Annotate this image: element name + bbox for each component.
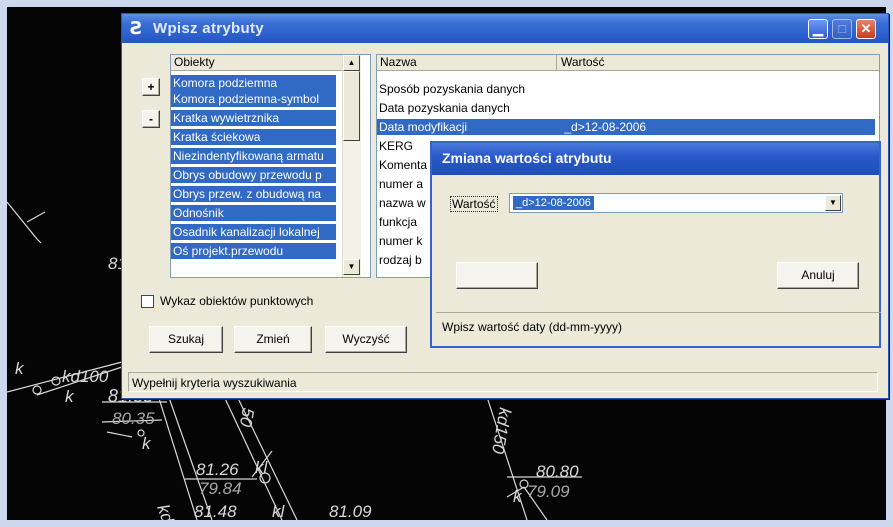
dialog-title[interactable]: Zmiana wartości atrybutu bbox=[432, 143, 879, 175]
attr-name: Data modyfikacji bbox=[379, 120, 468, 134]
table-row-selected[interactable]: Data modyfikacji _d>12-08-2006 bbox=[377, 119, 875, 135]
attr-name: Komenta bbox=[379, 158, 428, 172]
arrow-up-icon: ▲ bbox=[347, 58, 356, 67]
close-button[interactable]: ✕ bbox=[856, 19, 876, 39]
attr-name: funkcja bbox=[379, 215, 418, 229]
attr-name: numer a bbox=[379, 177, 424, 191]
table-row[interactable]: KERG bbox=[377, 138, 413, 154]
column-header-name[interactable]: Nazwa bbox=[377, 55, 557, 71]
cad-label-kd150: kd150 bbox=[153, 502, 187, 520]
table-row[interactable]: rodzaj b bbox=[377, 252, 422, 268]
table-row[interactable]: Data pozyskania danych bbox=[377, 100, 869, 116]
table-row[interactable]: numer k bbox=[377, 233, 422, 249]
list-item[interactable]: Niezindentyfikowaną armatu bbox=[171, 148, 336, 164]
combobox-dropdown-button[interactable]: ▼ bbox=[825, 195, 841, 211]
attr-name: Sposób pozyskania danych bbox=[379, 82, 526, 96]
table-row[interactable]: funkcja bbox=[377, 214, 417, 230]
point-objects-checkbox[interactable] bbox=[141, 295, 154, 308]
cad-label-k: k bbox=[142, 434, 152, 453]
objects-header: Obiekty bbox=[171, 55, 351, 71]
cad-label-kd100: kd100 bbox=[62, 367, 109, 386]
value-combobox[interactable]: _d>12-08-2006 ▼ bbox=[509, 193, 843, 213]
cad-label-8109: 81.09 bbox=[329, 502, 372, 520]
cad-label-8126: 81.26 bbox=[196, 460, 239, 479]
cad-line bbox=[7, 201, 38, 240]
minimize-button[interactable]: ▁ bbox=[808, 19, 828, 39]
maximize-icon: □ bbox=[838, 21, 846, 36]
maximize-button[interactable]: □ bbox=[832, 19, 852, 39]
point-objects-label: Wykaz obiektów punktowych bbox=[160, 294, 314, 308]
add-object-button[interactable]: + bbox=[142, 78, 160, 96]
value-label: Wartość bbox=[450, 196, 498, 212]
ok-button[interactable] bbox=[456, 262, 538, 289]
cad-label-50: 50 bbox=[236, 406, 258, 428]
list-item[interactable]: Komora podziemna-symbol bbox=[171, 91, 336, 107]
clear-button[interactable]: Wyczyść bbox=[325, 326, 407, 353]
scroll-thumb[interactable] bbox=[343, 71, 360, 141]
cad-label-k: k bbox=[15, 359, 25, 378]
dialog-hint: Wpisz wartość daty (dd-mm-yyyy) bbox=[436, 312, 881, 341]
window-title: Wpisz atrybuty bbox=[153, 20, 264, 37]
list-item[interactable]: Komora podziemna bbox=[171, 75, 336, 91]
remove-object-button[interactable]: - bbox=[142, 110, 160, 128]
list-item[interactable]: Kratka ściekowa bbox=[171, 129, 336, 145]
cad-label-kl: kl bbox=[272, 502, 286, 520]
search-button[interactable]: Szukaj bbox=[149, 326, 223, 353]
cancel-button[interactable]: Anuluj bbox=[777, 262, 859, 289]
change-value-dialog: Zmiana wartości atrybutu Wartość _d>12-0… bbox=[430, 141, 881, 348]
cad-label-8080: 80.80 bbox=[536, 462, 579, 481]
list-item[interactable]: Obrys obudowy przewodu p bbox=[171, 167, 336, 183]
title-bar[interactable]: Ƨ Wpisz atrybuty ▁ □ ✕ bbox=[122, 14, 888, 43]
objects-scrollbar[interactable]: ▲ ▼ bbox=[342, 55, 361, 277]
minimize-icon: ▁ bbox=[813, 21, 823, 36]
list-item[interactable]: Obrys przew. z obudową na bbox=[171, 186, 336, 202]
attr-name: Data pozyskania danych bbox=[379, 101, 510, 115]
cad-label-8035: 80.35 bbox=[112, 409, 155, 428]
table-row[interactable]: Komenta bbox=[377, 157, 427, 173]
attr-name: numer k bbox=[379, 234, 423, 248]
app-logo-icon: Ƨ bbox=[130, 18, 143, 39]
attr-value: _d>12-08-2006 bbox=[564, 120, 647, 134]
scroll-down-button[interactable]: ▼ bbox=[343, 259, 360, 275]
list-item[interactable]: Kratka wywietrznika bbox=[171, 110, 336, 126]
status-bar: Wypełnij kryteria wyszukiwania bbox=[128, 372, 878, 392]
attr-name: nazwa w bbox=[379, 196, 426, 210]
column-header-value[interactable]: Wartość bbox=[557, 55, 879, 71]
change-button[interactable]: Zmień bbox=[234, 326, 312, 353]
attr-name: rodzaj b bbox=[379, 253, 422, 267]
cad-label-8148: 81.48 bbox=[194, 502, 237, 520]
list-item[interactable]: Osadnik kanalizacji lokalnej bbox=[171, 224, 336, 240]
scroll-up-button[interactable]: ▲ bbox=[343, 55, 360, 71]
close-icon: ✕ bbox=[860, 21, 872, 36]
value-text: _d>12-08-2006 bbox=[513, 196, 594, 210]
arrow-down-icon: ▼ bbox=[347, 262, 356, 271]
cad-label-7984: 79.84 bbox=[199, 479, 242, 498]
chevron-down-icon: ▼ bbox=[829, 198, 837, 207]
attr-name: KERG bbox=[379, 139, 414, 153]
cad-label-7909: 79.09 bbox=[527, 482, 570, 501]
table-row[interactable]: numer a bbox=[377, 176, 423, 192]
table-row[interactable]: Sposób pozyskania danych bbox=[377, 81, 869, 97]
cad-label-kl: kl bbox=[255, 458, 269, 477]
objects-list[interactable]: Obiekty Komora podziemna Komora podziemn… bbox=[170, 54, 371, 278]
list-item[interactable]: Oś projekt.przewodu bbox=[171, 243, 336, 259]
cad-label-k: k bbox=[65, 387, 75, 406]
list-item[interactable]: Odnośnik bbox=[171, 205, 336, 221]
table-row[interactable]: nazwa w bbox=[377, 195, 426, 211]
